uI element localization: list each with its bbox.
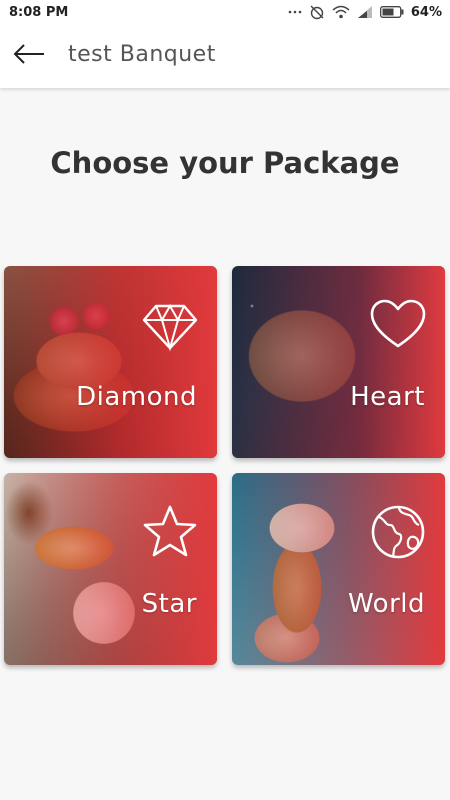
status-icons: 64% bbox=[288, 4, 442, 20]
arrow-left-icon bbox=[13, 44, 45, 68]
status-time: 8:08 PM bbox=[9, 5, 69, 20]
card-label: Star bbox=[141, 589, 197, 619]
page-heading: Choose your Package bbox=[50, 146, 400, 180]
dots-icon bbox=[288, 5, 302, 19]
package-card-heart[interactable]: Heart bbox=[232, 266, 445, 458]
diamond-icon bbox=[141, 296, 199, 354]
wifi-icon bbox=[332, 5, 350, 19]
package-card-world[interactable]: World bbox=[232, 473, 445, 665]
alarm-off-icon bbox=[309, 4, 325, 20]
back-button[interactable] bbox=[10, 39, 48, 73]
card-label: Diamond bbox=[76, 382, 197, 412]
battery-icon bbox=[379, 6, 404, 18]
battery-percent: 64% bbox=[410, 4, 442, 20]
globe-icon bbox=[369, 503, 427, 561]
star-icon bbox=[141, 503, 199, 561]
app-bar: test Banquet bbox=[0, 26, 450, 88]
package-card-diamond[interactable]: Diamond bbox=[4, 266, 217, 458]
package-card-star[interactable]: Star bbox=[4, 473, 217, 665]
status-bar: 8:08 PM 64% bbox=[0, 0, 450, 26]
app-title: test Banquet bbox=[68, 42, 216, 67]
card-label: Heart bbox=[350, 382, 425, 412]
heart-icon bbox=[369, 296, 427, 354]
card-label: World bbox=[347, 589, 425, 619]
signal-icon bbox=[357, 5, 373, 19]
